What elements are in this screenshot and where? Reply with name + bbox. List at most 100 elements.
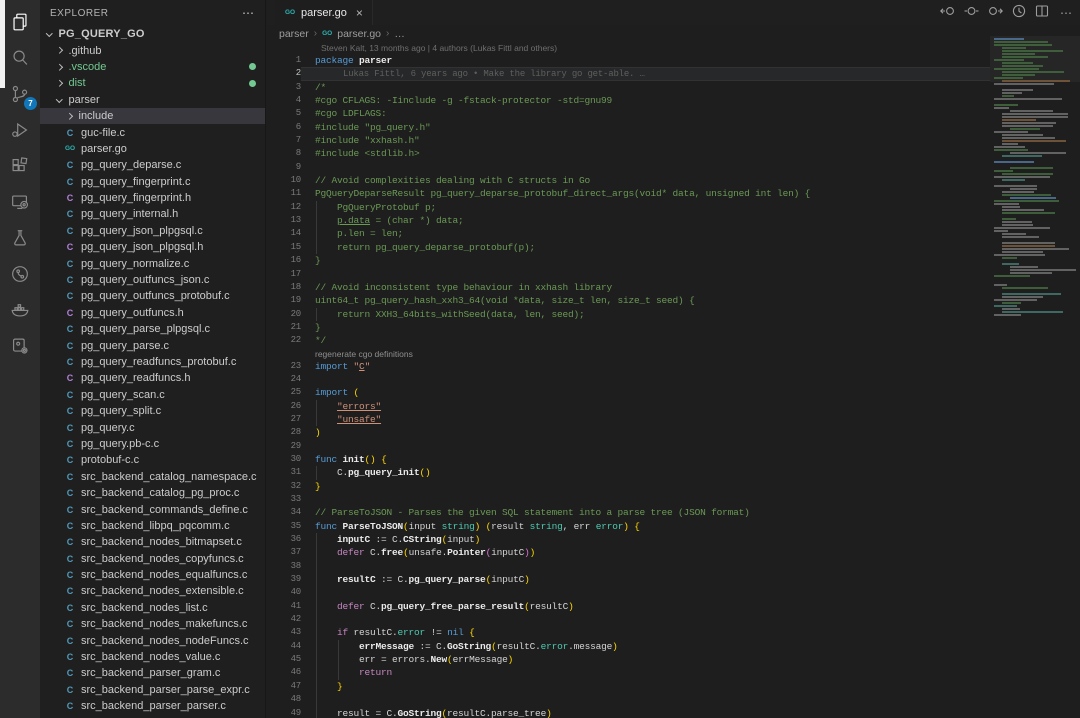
line-number[interactable]: 29 [267, 440, 301, 453]
tree-item-include[interactable]: include [40, 108, 265, 124]
line-number[interactable]: 19 [267, 294, 301, 307]
tree-item--vscode[interactable]: .vscode [40, 59, 265, 75]
tree-item-src-backend-nodes-bitmapset-c[interactable]: Csrc_backend_nodes_bitmapset.c [40, 534, 265, 550]
extensions-icon[interactable] [0, 148, 40, 184]
code-line[interactable]: 42 [267, 613, 1080, 626]
code-line[interactable]: 23import "C" [267, 360, 1080, 373]
tree-item-pg-query-json-plpgsql-c[interactable]: Cpg_query_json_plpgsql.c [40, 223, 265, 239]
code-line[interactable]: 32} [267, 480, 1080, 493]
explorer-more-actions[interactable]: ⋯ [242, 6, 255, 20]
remote-explorer-icon[interactable] [0, 184, 40, 220]
tree-item-src-backend-parser-parse-expr-c[interactable]: Csrc_backend_parser_parse_expr.c [40, 682, 265, 698]
codelens-link[interactable]: regenerate cgo definitions [267, 348, 1080, 360]
tree-item-src-backend-catalog-namespace-c[interactable]: Csrc_backend_catalog_namespace.c [40, 469, 265, 485]
code-line[interactable]: 4#cgo CFLAGS: -Iinclude -g -fstack-prote… [267, 94, 1080, 107]
code-line[interactable]: 24 [267, 373, 1080, 386]
line-number[interactable]: 39 [267, 573, 301, 586]
code-line[interactable]: 29 [267, 440, 1080, 453]
code-line[interactable]: 8#include <stdlib.h> [267, 147, 1080, 160]
tree-item-pg-query-go[interactable]: PG_QUERY_GO [40, 26, 265, 42]
search-icon[interactable] [0, 40, 40, 76]
code-line[interactable]: 12 PgQueryProtobuf p; [267, 201, 1080, 214]
line-number[interactable]: 48 [267, 693, 301, 706]
tree-item-protobuf-c-c[interactable]: Cprotobuf-c.c [40, 452, 265, 468]
tree-item-src-backend-nodes-equalfuncs-c[interactable]: Csrc_backend_nodes_equalfuncs.c [40, 567, 265, 583]
tree-item-pg-query-scan-c[interactable]: Cpg_query_scan.c [40, 387, 265, 403]
tab-parser-go[interactable]: GO parser.go × [275, 0, 373, 25]
code-line[interactable]: 30func init() { [267, 453, 1080, 466]
code-line[interactable]: 47 } [267, 680, 1080, 693]
line-number[interactable]: 22 [267, 334, 301, 347]
tree-item-src-backend-catalog-pg-proc-c[interactable]: Csrc_backend_catalog_pg_proc.c [40, 485, 265, 501]
tree-item-pg-query-internal-h[interactable]: Cpg_query_internal.h [40, 206, 265, 222]
line-number[interactable]: 44 [267, 640, 301, 653]
tree-item-pg-query-c[interactable]: Cpg_query.c [40, 419, 265, 435]
code-line[interactable]: 19uint64_t pg_query_hash_xxh3_64(void *d… [267, 294, 1080, 307]
line-number[interactable]: 9 [267, 161, 301, 174]
code-line[interactable]: 28) [267, 426, 1080, 439]
line-number[interactable]: 35 [267, 520, 301, 533]
line-number[interactable]: 7 [267, 134, 301, 147]
line-number[interactable]: 36 [267, 533, 301, 546]
tree-item-src-backend-nodes-copyfuncs-c[interactable]: Csrc_backend_nodes_copyfuncs.c [40, 551, 265, 567]
line-number[interactable]: 31 [267, 466, 301, 479]
line-number[interactable]: 2 [267, 67, 301, 80]
code-line[interactable]: 37 defer C.free(unsafe.Pointer(inputC)) [267, 546, 1080, 559]
tree-item-pg-query-deparse-c[interactable]: Cpg_query_deparse.c [40, 157, 265, 173]
tree-item-src-backend-nodes-nodefuncs-c[interactable]: Csrc_backend_nodes_nodeFuncs.c [40, 632, 265, 648]
explorer-icon[interactable] [0, 4, 40, 40]
line-number[interactable]: 18 [267, 281, 301, 294]
line-number[interactable]: 5 [267, 107, 301, 120]
line-number[interactable]: 3 [267, 81, 301, 94]
close-tab-icon[interactable]: × [356, 6, 363, 20]
code-line[interactable]: 1package parser [267, 54, 1080, 67]
line-number[interactable]: 40 [267, 586, 301, 599]
code-line[interactable]: 11PgQueryDeparseResult pg_query_deparse_… [267, 187, 1080, 200]
minimap[interactable] [994, 38, 1078, 322]
code-line[interactable]: 38 [267, 560, 1080, 573]
code-line[interactable]: 21} [267, 321, 1080, 334]
code-line[interactable]: 35func ParseToJSON(input string) (result… [267, 520, 1080, 533]
tree-item-pg-query-parse-c[interactable]: Cpg_query_parse.c [40, 337, 265, 353]
tree-item-src-backend-nodes-extensible-c[interactable]: Csrc_backend_nodes_extensible.c [40, 583, 265, 599]
split-editor-icon[interactable] [1034, 3, 1050, 24]
line-number[interactable]: 14 [267, 227, 301, 240]
code-line[interactable]: 41 defer C.pg_query_free_parse_result(re… [267, 600, 1080, 613]
run-debug-icon[interactable] [0, 112, 40, 148]
line-number[interactable]: 13 [267, 214, 301, 227]
tree-item-pg-query-json-plpgsql-h[interactable]: Cpg_query_json_plpgsql.h [40, 239, 265, 255]
code-line[interactable]: 13 p.data = (char *) data; [267, 214, 1080, 227]
code-line[interactable]: 46 return [267, 666, 1080, 679]
code-line[interactable]: 16} [267, 254, 1080, 267]
breadcrumb-item[interactable]: parser [279, 28, 309, 40]
tree-item-pg-query-outfuncs-h[interactable]: Cpg_query_outfuncs.h [40, 305, 265, 321]
tree-item-parser-go[interactable]: GOparser.go [40, 141, 265, 157]
line-number[interactable]: 10 [267, 174, 301, 187]
line-number[interactable]: 41 [267, 600, 301, 613]
project-settings-icon[interactable] [0, 328, 40, 364]
code-line[interactable]: 43 if resultC.error != nil { [267, 626, 1080, 639]
line-number[interactable]: 49 [267, 707, 301, 718]
line-number[interactable]: 23 [267, 360, 301, 373]
line-number[interactable]: 37 [267, 546, 301, 559]
code-line[interactable]: 5#cgo LDFLAGS: [267, 107, 1080, 120]
testing-icon[interactable] [0, 220, 40, 256]
line-number[interactable]: 1 [267, 54, 301, 67]
tree-item-src-backend-nodes-makefuncs-c[interactable]: Csrc_backend_nodes_makefuncs.c [40, 616, 265, 632]
code-line[interactable]: 7#include "xxhash.h" [267, 134, 1080, 147]
tree-item-src-backend-libpq-pqcomm-c[interactable]: Csrc_backend_libpq_pqcomm.c [40, 518, 265, 534]
code-line[interactable]: 9 [267, 161, 1080, 174]
tree-item-pg-query-parse-plpgsql-c[interactable]: Cpg_query_parse_plpgsql.c [40, 321, 265, 337]
line-number[interactable]: 8 [267, 147, 301, 160]
code-line[interactable]: 44 errMessage := C.GoString(resultC.erro… [267, 640, 1080, 653]
line-number[interactable]: 27 [267, 413, 301, 426]
tree-item--github[interactable]: .github [40, 42, 265, 58]
line-number[interactable]: 34 [267, 506, 301, 519]
line-number[interactable]: 46 [267, 666, 301, 679]
code-line[interactable]: 25import ( [267, 386, 1080, 399]
tree-item-pg-query-split-c[interactable]: Cpg_query_split.c [40, 403, 265, 419]
tree-item-src-backend-commands-define-c[interactable]: Csrc_backend_commands_define.c [40, 501, 265, 517]
gitlens-file-history-icon[interactable] [1011, 3, 1027, 24]
line-number[interactable]: 12 [267, 201, 301, 214]
code-line[interactable]: 39 resultC := C.pg_query_parse(inputC) [267, 573, 1080, 586]
